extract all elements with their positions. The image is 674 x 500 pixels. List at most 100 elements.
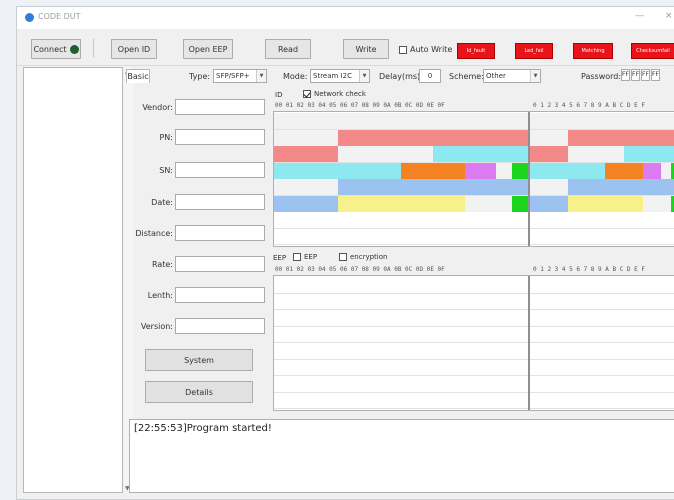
hex-cell-highlight <box>567 146 624 162</box>
type-value: SFP/SFP+ <box>216 72 250 80</box>
grid-row-line <box>274 359 674 360</box>
grid-row-line <box>274 326 674 327</box>
tab-basic[interactable]: Basic <box>126 69 150 83</box>
scheme-value: Other <box>486 72 506 80</box>
hex-cell-highlight <box>642 163 662 179</box>
id-hex-grid[interactable] <box>273 111 674 247</box>
device-list-panel[interactable] <box>23 67 123 493</box>
mode-select[interactable]: Stream I2C ▼ <box>310 69 370 83</box>
network-check-check-icon <box>303 90 311 98</box>
log-output: [22:55:53]Program started! <box>129 419 674 493</box>
password-byte-2[interactable]: FF <box>631 69 640 81</box>
grid-row-line <box>274 293 674 294</box>
details-button[interactable]: Details <box>145 381 253 403</box>
date-field[interactable] <box>175 194 265 210</box>
eep-hex-header: 00 01 02 03 04 05 06 07 08 09 0A 0B 0C 0… <box>275 266 445 273</box>
sn-field[interactable] <box>175 162 265 178</box>
delay-input[interactable]: 0 <box>419 69 441 83</box>
eep-ascii-header: 0 1 2 3 4 5 6 7 8 9 A B C D E F <box>533 266 645 273</box>
connect-label: Connect <box>33 44 67 54</box>
hex-cell-highlight <box>464 163 497 179</box>
date-label: Date: <box>151 198 173 207</box>
hex-cell-highlight <box>274 163 401 179</box>
minimize-button[interactable]: — <box>635 11 644 21</box>
hex-cell-highlight <box>274 146 338 162</box>
vendor-field[interactable] <box>175 99 265 115</box>
grid-row-line <box>274 408 674 409</box>
distance-label: Distance: <box>135 229 173 238</box>
auto-write-checkbox[interactable]: Auto Write <box>399 45 452 54</box>
mode-label: Mode: <box>283 72 308 81</box>
window-title: CODE DUT <box>38 12 81 21</box>
eep-hex-grid[interactable] <box>273 275 674 411</box>
hex-cell-highlight <box>337 130 528 146</box>
read-button[interactable]: Read <box>265 39 311 59</box>
status-button-led-fail[interactable]: Led_fail <box>515 43 553 59</box>
system-button[interactable]: System <box>145 349 253 371</box>
pn-field[interactable] <box>175 129 265 145</box>
type-label: Type: <box>189 72 211 81</box>
open-eep-button[interactable]: Open EEP <box>183 39 233 59</box>
hex-cell-highlight <box>512 196 528 212</box>
hex-cell-highlight <box>670 163 674 179</box>
grid-row-line <box>274 375 674 376</box>
grid-row-line <box>274 342 674 343</box>
hex-cell-highlight <box>512 163 528 179</box>
hex-cell-highlight <box>496 163 513 179</box>
password-byte-1[interactable]: FF <box>621 69 630 81</box>
mode-value: Stream I2C <box>313 72 352 80</box>
eep-checkbox[interactable]: EEP <box>293 253 317 261</box>
hex-cell-highlight <box>274 130 338 146</box>
write-button[interactable]: Write <box>343 39 389 59</box>
hex-ascii-separator <box>528 276 530 410</box>
version-field[interactable] <box>175 318 265 334</box>
eep-check-icon <box>293 253 301 261</box>
hex-cell-highlight <box>274 113 528 129</box>
network-check-checkbox[interactable]: Network check <box>303 90 366 98</box>
connection-status-led-icon <box>69 44 79 54</box>
password-label: Password: <box>581 72 622 81</box>
toolbar: Connect Open ID Open EEP Read Write Auto… <box>17 31 674 66</box>
chevron-down-icon: ▼ <box>530 70 540 82</box>
app-logo-icon <box>25 13 34 22</box>
hex-cell-highlight <box>661 163 671 179</box>
status-button-checksum[interactable]: Checksumfail <box>631 43 674 59</box>
hex-cell-highlight <box>530 130 568 146</box>
pn-label: PN: <box>159 133 173 142</box>
open-id-button[interactable]: Open ID <box>111 39 157 59</box>
id-hex-header: 00 01 02 03 04 05 06 07 08 09 0A 0B 0C 0… <box>275 102 445 109</box>
connect-button[interactable]: Connect <box>31 39 81 59</box>
rate-field[interactable] <box>175 256 265 272</box>
encryption-label: encryption <box>350 253 388 261</box>
hex-cell-highlight <box>530 196 568 212</box>
status-button-id-fault[interactable]: Id_fault <box>457 43 495 59</box>
hex-cell-highlight <box>401 163 465 179</box>
eep-check-label: EEP <box>304 253 318 261</box>
hex-cell-highlight <box>623 146 674 162</box>
hex-cell-highlight <box>670 196 674 212</box>
grid-row-line <box>274 309 674 310</box>
hex-cell-highlight <box>567 196 643 212</box>
id-section-label: ID <box>275 91 283 99</box>
encryption-checkbox[interactable]: encryption <box>339 253 387 261</box>
close-button[interactable]: × <box>665 11 673 21</box>
hex-cell-highlight <box>337 179 528 195</box>
chevron-down-icon: ▼ <box>359 70 369 82</box>
password-byte-4[interactable]: FF <box>651 69 660 81</box>
lenth-field[interactable] <box>175 287 265 303</box>
password-byte-3[interactable]: FF <box>641 69 650 81</box>
chevron-down-icon: ▼ <box>256 70 266 82</box>
status-button-matching[interactable]: Matching <box>573 43 613 59</box>
main-window: CODE DUT — × Connect Open ID Open EEP Re… <box>16 6 674 500</box>
version-label: Version: <box>140 322 173 331</box>
hex-cell-highlight <box>274 196 338 212</box>
type-select[interactable]: SFP/SFP+ ▼ <box>213 69 267 83</box>
hex-cell-highlight <box>605 163 643 179</box>
distance-field[interactable] <box>175 225 265 241</box>
hex-cell-highlight <box>530 163 605 179</box>
auto-write-check-icon <box>399 45 407 54</box>
eep-section-label: EEP <box>273 254 287 262</box>
log-line: [22:55:53]Program started! <box>134 423 272 434</box>
scheme-select[interactable]: Other ▼ <box>483 69 541 83</box>
grid-row-line <box>274 244 674 245</box>
